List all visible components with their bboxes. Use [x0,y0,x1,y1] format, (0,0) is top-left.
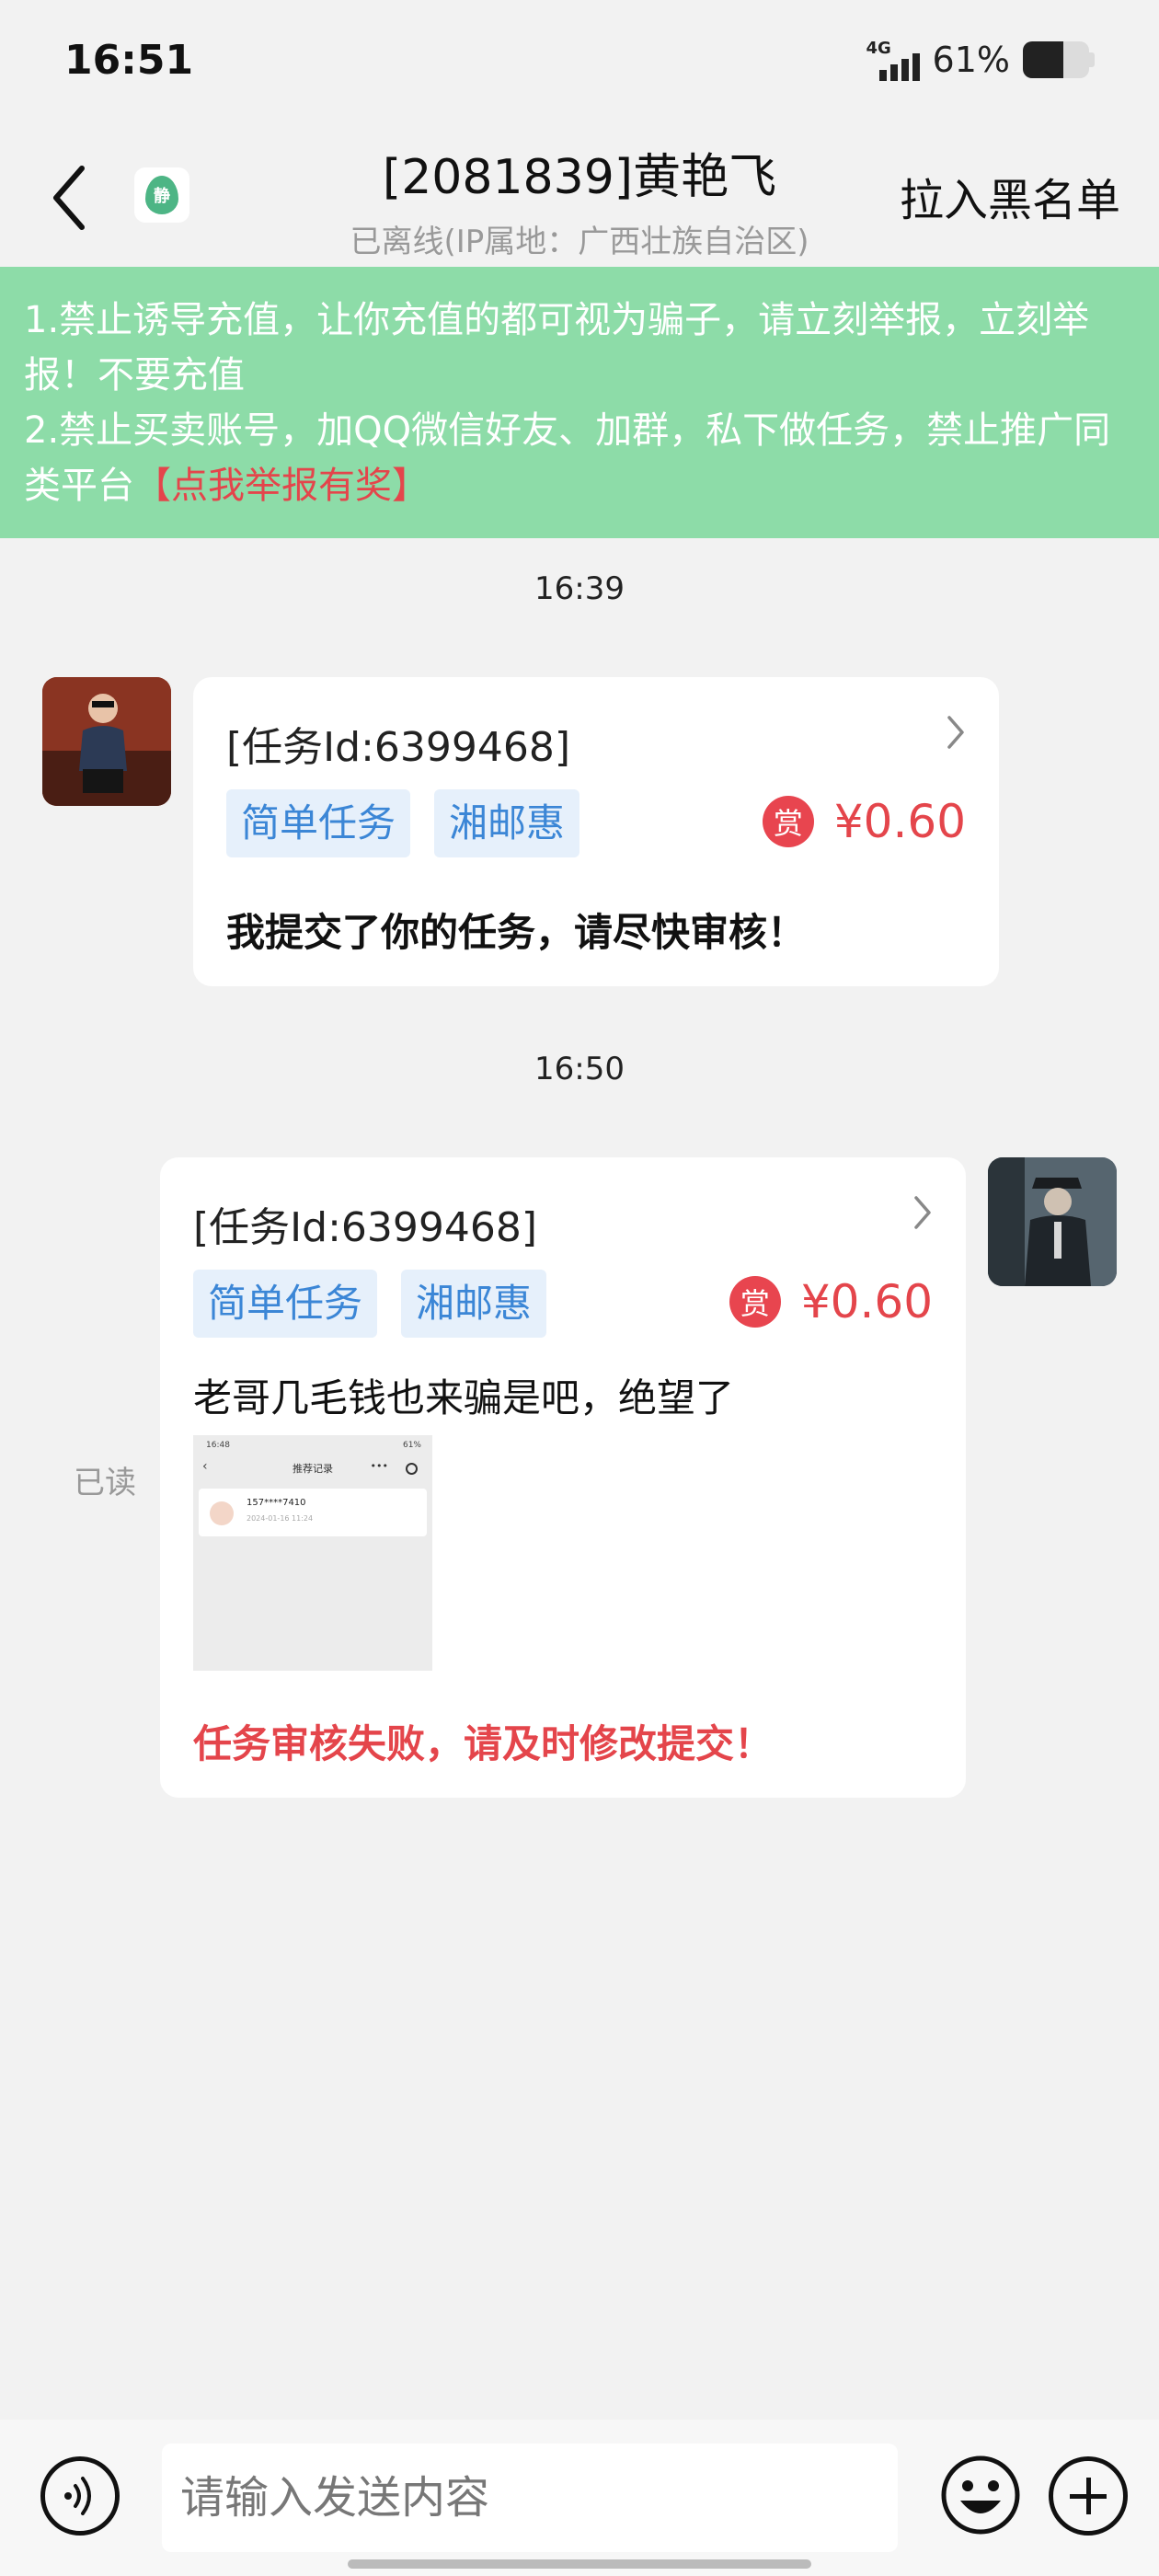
reward-badge-icon: 赏 [762,796,814,847]
message-timestamp: 16:39 [534,570,625,607]
app-logo-icon: 静 [145,176,178,214]
signal-icon: 4G [866,39,922,81]
chat-header: 静 [2081839]黄艳飞 已离线(IP属地：广西壮族自治区) 拉入黑名单 [0,129,1159,267]
voice-button[interactable] [40,2456,120,2536]
thumb-more-icon: ••• [370,1460,388,1472]
signal-bars [878,53,920,81]
task-tag: 湘邮惠 [401,1270,547,1338]
thumb-entry-number: 157****7410 [247,1498,306,1508]
chevron-left-icon [53,166,85,230]
warning-notice: 1.禁止诱导充值，让你充值的都可视为骗子，请立刻举报，立刻举报！不要充值 2.禁… [0,267,1159,538]
status-bar: 16:51 4G 61% [0,0,1159,129]
thumb-time: 16:48 [206,1441,230,1450]
chat-subtitle: 已离线(IP属地：广西壮族自治区) [350,224,809,260]
plus-icon[interactable] [1049,2456,1128,2536]
reward: 赏 ¥0.60 [762,795,966,848]
chevron-right-icon [914,1196,931,1229]
task-tag: 简单任务 [193,1270,378,1338]
reward-amount: ¥0.60 [800,1275,933,1328]
back-button[interactable] [28,156,110,239]
home-indicator[interactable] [348,2559,811,2569]
task-card[interactable]: [任务Id:6399468] 简单任务 湘邮惠 赏 ¥0.60 我提交了你的任务… [193,677,999,986]
notice-line-1: 1.禁止诱导充值，让你充值的都可视为骗子，请立刻举报，立刻举报！不要充值 [24,299,1090,397]
task-id: [任务Id:6399468] [193,1204,538,1251]
attached-screenshot[interactable]: 16:48 61% ‹ 推荐记录 ••• 157****7410 2024-01… [193,1435,432,1671]
chat-title-block: [2081839]黄艳飞 已离线(IP属地：广西壮族自治区) [304,138,855,261]
notice-line-2: 2.禁止买卖账号，加QQ微信好友、加群，私下做任务，禁止推广同类平台【点我举报有… [24,403,1135,513]
message-timestamp: 16:50 [534,1051,625,1087]
battery-percent: 61% [932,40,1010,80]
thumb-record-row: 157****7410 2024-01-16 11:24 [199,1489,427,1536]
battery-cap [1089,52,1095,67]
task-tag: 简单任务 [226,789,411,857]
blacklist-button[interactable]: 拉入黑名单 [900,164,1120,228]
thumb-target-icon [406,1463,418,1475]
reward-amount: ¥0.60 [833,795,966,848]
task-card[interactable]: [任务Id:6399468] 简单任务 湘邮惠 赏 ¥0.60 老哥几毛钱也来骗… [160,1157,966,1798]
status-time: 16:51 [64,37,194,84]
chevron-right-icon [947,716,964,749]
avatar-self[interactable] [988,1157,1117,1286]
task-id: [任务Id:6399468] [226,724,571,771]
battery-fill [1023,41,1063,78]
chat-title: [2081839]黄艳飞 [382,150,777,205]
task-tag: 湘邮惠 [434,789,580,857]
message-text: 老哥几毛钱也来骗是吧，绝望了 [193,1375,735,1420]
task-tags: 简单任务 湘邮惠 [193,1270,547,1338]
reward-badge-icon: 赏 [729,1276,781,1328]
avatar-image [42,677,171,806]
thumb-entry-date: 2024-01-16 11:24 [247,1514,314,1523]
input-bar [0,2420,1159,2576]
thumb-title: 推荐记录 [293,1463,333,1475]
read-receipt: 已读 [74,1465,136,1501]
battery-icon [1023,41,1089,78]
avatar-image [988,1157,1117,1286]
thumb-status: 61% [402,1441,421,1450]
reward: 赏 ¥0.60 [729,1275,933,1328]
review-failed-text: 任务审核失败，请及时修改提交！ [193,1721,774,1766]
report-link[interactable]: 【点我举报有奖】 [134,465,429,507]
message-text: 我提交了你的任务，请尽快审核！ [226,910,807,955]
smile-icon[interactable] [940,2455,1021,2536]
app-logo: 静 [134,167,189,223]
voice-icon [64,2477,91,2515]
message-input[interactable] [162,2444,898,2552]
thumb-avatar [210,1501,234,1525]
status-right: 4G 61% [866,39,1095,81]
task-tags: 简单任务 湘邮惠 [226,789,580,857]
avatar-sender[interactable] [42,677,171,806]
